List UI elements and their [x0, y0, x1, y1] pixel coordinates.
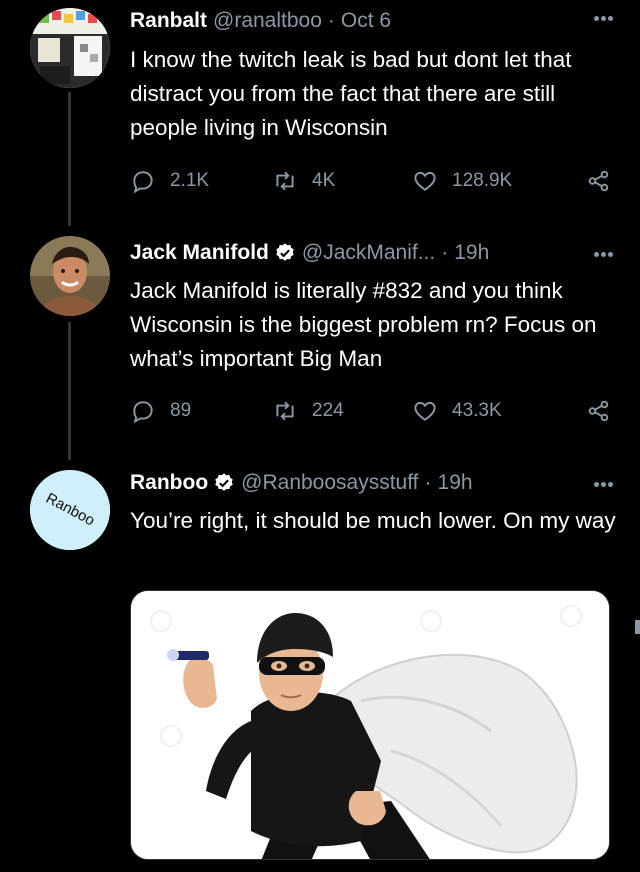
action-bar: 2.1K 4K 128.9K	[130, 166, 620, 196]
heart-icon	[414, 171, 436, 191]
tweet-text: I know the twitch leak is bad but dont l…	[130, 47, 572, 140]
more-icon[interactable]	[594, 474, 618, 487]
user-handle[interactable]: @Ranboosaysstuff	[241, 471, 418, 495]
display-name[interactable]: Ranbalt	[130, 9, 207, 33]
timestamp[interactable]: 19h	[454, 241, 489, 265]
verified-badge-icon	[276, 243, 294, 261]
burglar-illustration	[131, 591, 609, 859]
reply-button[interactable]: 2.1K	[130, 166, 209, 196]
thread-line-2	[68, 322, 71, 460]
avatar-ranbalt[interactable]	[30, 8, 110, 88]
tweet-header: Ranbalt @ranaltboo · Oct 6	[130, 4, 391, 38]
more-icon[interactable]	[594, 244, 618, 257]
verified-badge-icon	[215, 473, 233, 491]
separator-dot: ·	[424, 471, 432, 494]
retweet-icon	[276, 171, 294, 191]
tweet-header: Ranboo @Ranboosaysstuff · 19h	[130, 466, 473, 500]
heart-icon	[414, 401, 436, 421]
like-button[interactable]: 43.3K	[412, 396, 502, 426]
share-button[interactable]	[586, 168, 612, 199]
display-name[interactable]: Jack Manifold	[130, 241, 269, 265]
like-count: 43.3K	[452, 400, 502, 421]
tweet-text: Jack Manifold is literally #832 and you …	[130, 278, 597, 371]
separator-dot: ·	[327, 9, 335, 32]
tweet-header: Jack Manifold @JackManif... · 19h	[130, 236, 489, 270]
retweet-button[interactable]: 4K	[272, 166, 335, 196]
share-icon	[588, 170, 609, 192]
action-bar: 89 224 43.3K	[130, 396, 620, 426]
like-count: 128.9K	[452, 170, 513, 191]
avatar-ranboo[interactable]: Ranboo	[30, 470, 110, 550]
more-icon[interactable]	[594, 8, 618, 21]
retweet-button[interactable]: 224	[272, 396, 344, 426]
reply-count: 89	[170, 400, 192, 421]
like-button[interactable]: 128.9K	[412, 166, 512, 196]
user-handle[interactable]: @ranaltboo	[213, 9, 322, 33]
reply-icon	[133, 171, 153, 194]
retweet-icon	[276, 401, 294, 421]
timestamp[interactable]: 19h	[438, 471, 473, 495]
separator-dot: ·	[441, 241, 449, 264]
scrollbar[interactable]	[635, 620, 640, 634]
retweet-count: 224	[312, 400, 344, 421]
tweet-media-image[interactable]	[130, 590, 610, 860]
share-button[interactable]	[586, 398, 612, 429]
timestamp[interactable]: Oct 6	[341, 9, 391, 33]
user-handle[interactable]: @JackManif...	[302, 241, 435, 265]
reply-count: 2.1K	[170, 170, 210, 191]
share-icon	[588, 400, 609, 422]
tweet-text: You’re right, it should be much lower. O…	[130, 508, 616, 533]
reply-icon	[133, 401, 153, 424]
display-name[interactable]: Ranboo	[130, 471, 208, 495]
retweet-count: 4K	[312, 170, 336, 191]
reply-button[interactable]: 89	[130, 396, 191, 426]
thread-line-1	[68, 92, 71, 226]
avatar-jack-manifold[interactable]	[30, 236, 110, 316]
